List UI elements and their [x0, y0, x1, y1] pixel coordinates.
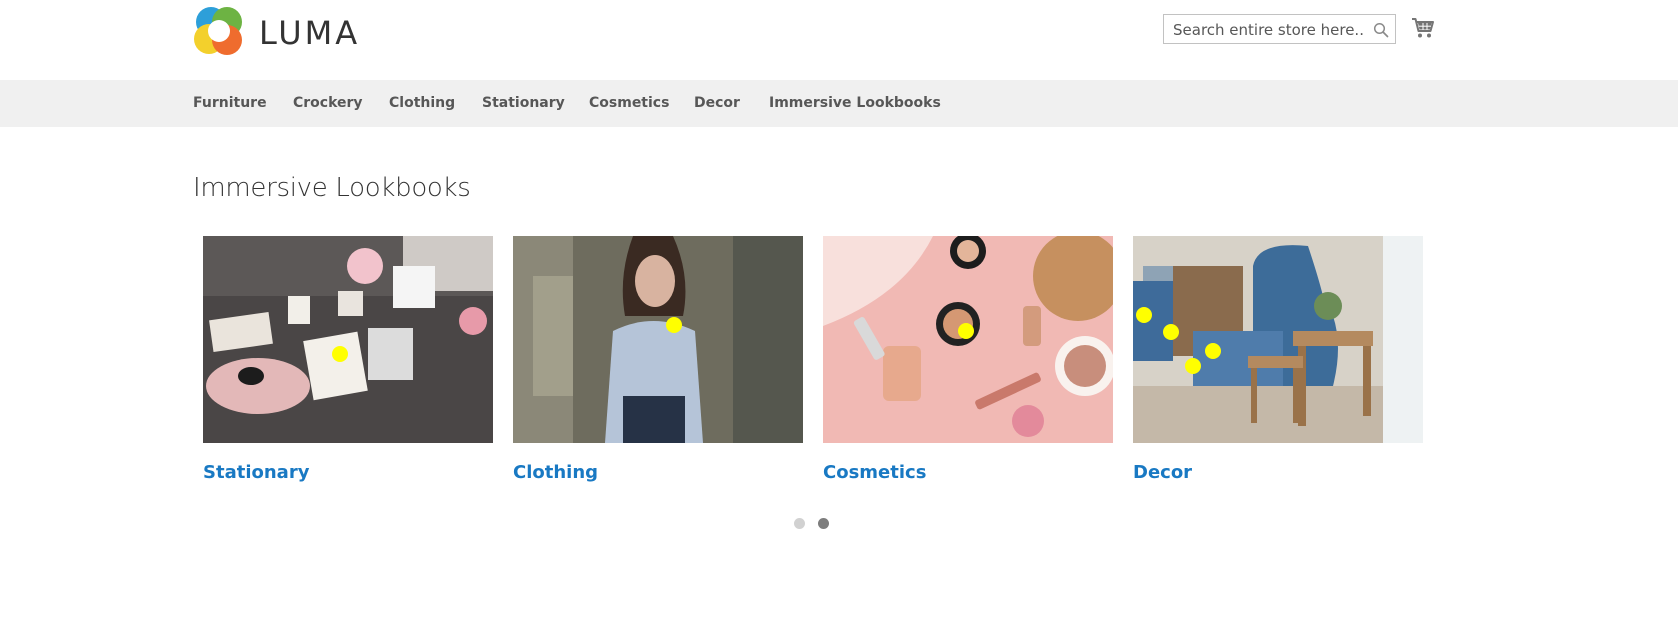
hotspot-marker[interactable]	[958, 323, 974, 339]
nav-item-cosmetics[interactable]: Cosmetics	[589, 95, 669, 111]
luma-logo-icon	[194, 7, 242, 55]
carousel-dot-1[interactable]	[794, 518, 805, 529]
nav-item-stationary[interactable]: Stationary	[482, 95, 565, 111]
lookbook-card-stationary: Stationary	[203, 236, 493, 483]
carousel-dot-2[interactable]	[818, 518, 829, 529]
nav-item-immersive-lookbooks[interactable]: Immersive Lookbooks	[769, 95, 941, 111]
lookbook-image-clothing[interactable]	[513, 236, 803, 443]
lookbook-card-decor: Decor	[1133, 236, 1423, 483]
lookbook-image-stationary[interactable]	[203, 236, 493, 443]
lookbook-image-decor[interactable]	[1133, 236, 1423, 443]
lookbook-image-cosmetics[interactable]	[823, 236, 1113, 443]
nav-item-decor[interactable]: Decor	[694, 95, 740, 111]
hotspot-marker[interactable]	[1136, 307, 1152, 323]
hotspot-marker[interactable]	[1163, 324, 1179, 340]
nav-item-crockery[interactable]: Crockery	[293, 95, 363, 111]
page-title: Immersive Lookbooks	[193, 173, 471, 203]
nav-item-clothing[interactable]: Clothing	[389, 95, 455, 111]
search-box	[1163, 14, 1396, 44]
nav-item-furniture[interactable]: Furniture	[193, 95, 267, 111]
lookbook-card-cosmetics: Cosmetics	[823, 236, 1113, 483]
luma-logo[interactable]: LUMA	[193, 5, 363, 57]
lookbook-card-clothing: Clothing	[513, 236, 803, 483]
lookbook-link-cosmetics[interactable]: Cosmetics	[823, 462, 1113, 483]
lookbook-link-stationary[interactable]: Stationary	[203, 462, 493, 483]
hotspot-marker[interactable]	[332, 346, 348, 362]
logo-text: LUMA	[259, 14, 361, 52]
main-navigation: Furniture Crockery Clothing Stationary C…	[0, 80, 1678, 127]
hotspot-marker[interactable]	[1185, 358, 1201, 374]
lookbook-link-clothing[interactable]: Clothing	[513, 462, 803, 483]
hotspot-marker[interactable]	[1205, 343, 1221, 359]
hotspot-marker[interactable]	[666, 317, 682, 333]
shopping-cart-icon[interactable]	[1411, 17, 1435, 39]
search-input[interactable]	[1173, 20, 1365, 40]
page-header: LUMA	[0, 0, 1678, 80]
search-icon[interactable]	[1373, 22, 1389, 38]
lookbook-link-decor[interactable]: Decor	[1133, 462, 1423, 483]
